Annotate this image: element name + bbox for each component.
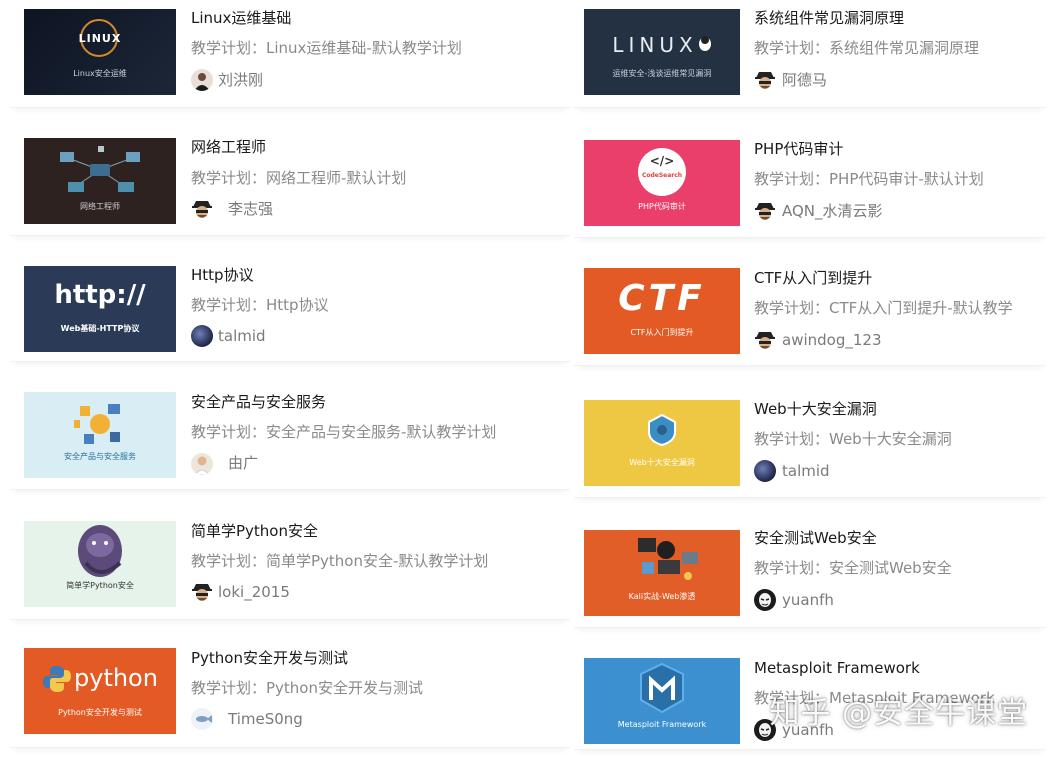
mask-avatar-icon — [754, 589, 776, 611]
thumb-logo: python — [74, 664, 158, 692]
course-card-python-security[interactable]: 简单学Python安全 简单学Python安全 教学计划：简单学Python安全… — [10, 508, 570, 620]
hacker-hat-icon — [191, 581, 213, 603]
course-thumbnail[interactable]: Web十大安全漏洞 — [584, 400, 740, 486]
course-card-python-dev[interactable]: python Python安全开发与测试 Python安全开发与测试 教学计划：… — [10, 636, 570, 748]
hacker-hat-icon — [754, 200, 776, 222]
course-title[interactable]: 系统组件常见漏洞原理 — [754, 8, 904, 28]
author-name[interactable]: awindog_123 — [782, 330, 882, 350]
course-title[interactable]: Metasploit Framework — [754, 658, 920, 678]
course-plan: 教学计划：简单学Python安全-默认教学计划 — [191, 552, 489, 570]
course-thumbnail[interactable]: http:// Web基础-HTTP协议 — [24, 266, 176, 352]
course-title[interactable]: PHP代码审计 — [754, 139, 843, 159]
course-card-security-products[interactable]: 安全产品与安全服务 安全产品与安全服务 教学计划：安全产品与安全服务-默认教学计… — [10, 380, 570, 490]
python-snake-icon — [78, 525, 122, 577]
course-thumbnail[interactable]: LINUX Linux安全运维 — [24, 9, 176, 95]
author-name[interactable]: 李志强 — [228, 199, 273, 219]
author-name[interactable]: yuanfh — [782, 590, 834, 610]
hacker-hat-icon — [754, 69, 776, 91]
author-name[interactable]: talmid — [218, 326, 266, 346]
course-plan: 教学计划：PHP代码审计-默认计划 — [754, 170, 984, 188]
course-thumbnail[interactable]: 安全产品与安全服务 — [24, 392, 176, 478]
shield-icon — [648, 414, 676, 446]
code-brackets: </> — [649, 154, 675, 168]
penguin-icon — [699, 36, 711, 51]
course-title[interactable]: 网络工程师 — [191, 137, 266, 157]
thumb-logo: CodeSearch — [641, 172, 683, 179]
course-card-http[interactable]: http:// Web基础-HTTP协议 Http协议 教学计划：Http协议 … — [10, 254, 570, 362]
course-card-linux-basics[interactable]: LINUX Linux安全运维 Linux运维基础 教学计划：Linux运维基础… — [10, 0, 570, 108]
thumb-caption: Web基础-HTTP协议 — [60, 324, 140, 333]
hacker-scene-icon — [638, 538, 698, 580]
course-thumbnail[interactable]: 简单学Python安全 — [24, 521, 176, 607]
hacker-hat-icon — [191, 198, 213, 220]
course-title[interactable]: Web十大安全漏洞 — [754, 399, 877, 419]
security-devices-icon — [74, 404, 120, 444]
author-name[interactable]: 由广 — [228, 453, 258, 473]
metasploit-logo-icon — [640, 662, 684, 714]
thumb-caption: 运维安全-浅谈运维常见漏洞 — [612, 69, 712, 78]
course-plan: 教学计划：CTF从入门到提升-默认教学 — [754, 299, 1013, 317]
course-plan: 教学计划：Linux运维基础-默认教学计划 — [191, 39, 462, 57]
author-name[interactable]: TimeS0ng — [228, 709, 303, 729]
course-card-network-engineer[interactable]: 网络工程师 网络工程师 教学计划：网络工程师-默认计划 李志强 — [10, 126, 570, 236]
course-plan: 教学计划：安全产品与安全服务-默认教学计划 — [191, 423, 497, 441]
thumb-caption: 网络工程师 — [80, 202, 120, 211]
author-avatar — [191, 453, 213, 475]
python-logo-icon — [43, 666, 71, 692]
thumb-caption: 简单学Python安全 — [66, 581, 134, 590]
author-name[interactable]: loki_2015 — [218, 582, 290, 602]
thumb-caption: Python安全开发与测试 — [58, 708, 142, 717]
thumb-caption: Metasploit Framework — [617, 720, 707, 729]
course-card-system-vulns[interactable]: LINUX 运维安全-浅谈运维常见漏洞 系统组件常见漏洞原理 教学计划：系统组件… — [574, 0, 1046, 108]
zhihu-watermark: 知乎 @安全牛课堂 — [769, 696, 1028, 731]
course-card-ctf[interactable]: CTF CTF从入门到提升 CTF从入门到提升 教学计划：CTF从入门到提升-默… — [574, 256, 1046, 366]
course-title[interactable]: 安全测试Web安全 — [754, 528, 877, 548]
course-title[interactable]: 安全产品与安全服务 — [191, 392, 326, 412]
thumb-caption: PHP代码审计 — [638, 202, 686, 211]
course-plan: 教学计划：Python安全开发与测试 — [191, 679, 423, 697]
course-title[interactable]: Linux运维基础 — [191, 8, 291, 28]
thumb-logo: CTF — [618, 278, 706, 319]
thumb-caption: 安全产品与安全服务 — [64, 452, 136, 461]
fish-avatar-icon — [191, 708, 213, 730]
course-plan: 教学计划：安全测试Web安全 — [754, 559, 952, 577]
author-name[interactable]: 阿德马 — [782, 70, 827, 90]
course-thumbnail[interactable]: Metasploit Framework — [584, 658, 740, 744]
thumb-caption: Web十大安全漏洞 — [629, 458, 695, 467]
course-title[interactable]: Http协议 — [191, 265, 254, 285]
course-thumbnail[interactable]: Kali实战-Web渗透 — [584, 530, 740, 616]
course-title[interactable]: CTF从入门到提升 — [754, 268, 872, 288]
hacker-hat-icon — [754, 329, 776, 351]
thumb-caption: Kali实战-Web渗透 — [628, 592, 696, 601]
course-title[interactable]: 简单学Python安全 — [191, 521, 318, 541]
course-plan: 教学计划：Http协议 — [191, 296, 329, 314]
course-title[interactable]: Python安全开发与测试 — [191, 648, 348, 668]
course-plan: 教学计划：网络工程师-默认计划 — [191, 169, 407, 187]
thumb-logo: LINUX — [78, 32, 122, 45]
course-thumbnail[interactable]: </> CodeSearch PHP代码审计 — [584, 140, 740, 226]
galaxy-avatar-icon — [191, 325, 213, 347]
course-thumbnail[interactable]: 网络工程师 — [24, 138, 176, 224]
author-name[interactable]: talmid — [782, 461, 830, 481]
author-name[interactable]: AQN_水清云影 — [782, 201, 883, 221]
course-card-web-security-test[interactable]: Kali实战-Web渗透 安全测试Web安全 教学计划：安全测试Web安全 yu… — [574, 516, 1046, 628]
thumb-logo: http:// — [54, 280, 146, 310]
galaxy-avatar-icon — [754, 460, 776, 482]
network-topology-icon — [60, 146, 140, 192]
course-thumbnail[interactable]: python Python安全开发与测试 — [24, 648, 176, 734]
course-plan: 教学计划：系统组件常见漏洞原理 — [754, 39, 980, 57]
course-card-web-top10[interactable]: Web十大安全漏洞 Web十大安全漏洞 教学计划：Web十大安全漏洞 talmi… — [574, 386, 1046, 498]
course-thumbnail[interactable]: LINUX 运维安全-浅谈运维常见漏洞 — [584, 9, 740, 95]
author-name[interactable]: 刘洪刚 — [218, 70, 263, 90]
course-card-php-audit[interactable]: </> CodeSearch PHP代码审计 PHP代码审计 教学计划：PHP代… — [574, 126, 1046, 238]
course-thumbnail[interactable]: CTF CTF从入门到提升 — [584, 268, 740, 354]
thumb-caption: Linux安全运维 — [73, 69, 127, 78]
thumb-caption: CTF从入门到提升 — [630, 328, 694, 337]
course-plan: 教学计划：Web十大安全漏洞 — [754, 430, 952, 448]
author-avatar — [191, 69, 213, 91]
